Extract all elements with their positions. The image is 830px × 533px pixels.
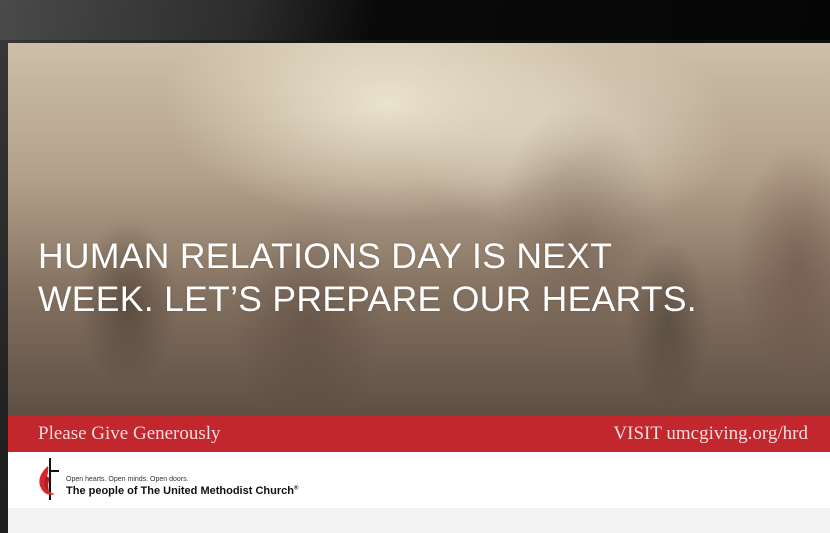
church-name: The people of The United Methodist Churc… bbox=[66, 485, 299, 497]
headline-line-1: HUMAN RELATIONS DAY IS NEXT bbox=[38, 236, 613, 276]
hrd-slide: HUMAN RELATIONS DAY IS NEXT WEEK. LET’S … bbox=[8, 43, 830, 533]
give-generously-text: Please Give Generously bbox=[38, 423, 221, 444]
crowd-photo: HUMAN RELATIONS DAY IS NEXT WEEK. LET’S … bbox=[8, 43, 830, 416]
cross-and-flame-icon bbox=[39, 458, 59, 500]
visit-url-text[interactable]: VISIT umcgiving.org/hrd bbox=[613, 423, 808, 445]
give-banner: Please Give Generously VISIT umcgiving.o… bbox=[8, 416, 830, 452]
headline: HUMAN RELATIONS DAY IS NEXT WEEK. LET’S … bbox=[38, 235, 828, 321]
top-dark-band bbox=[0, 0, 830, 40]
headline-line-2: WEEK. LET’S PREPARE OUR HEARTS. bbox=[38, 279, 697, 319]
tagline: Open hearts. Open minds. Open doors. bbox=[66, 476, 189, 483]
footer: Open hearts. Open minds. Open doors. The… bbox=[8, 452, 830, 508]
